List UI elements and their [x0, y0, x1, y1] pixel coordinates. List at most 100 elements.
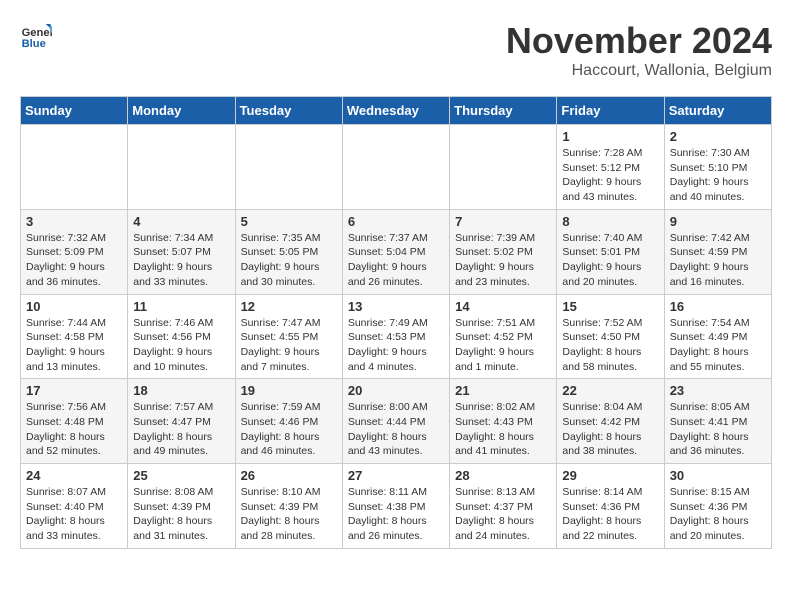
day-number: 11: [133, 299, 229, 314]
day-number: 12: [241, 299, 337, 314]
day-detail: Sunrise: 7:47 AMSunset: 4:55 PMDaylight:…: [241, 316, 337, 375]
day-detail: Sunrise: 7:34 AMSunset: 5:07 PMDaylight:…: [133, 231, 229, 290]
day-cell: 10 Sunrise: 7:44 AMSunset: 4:58 PMDaylig…: [21, 294, 128, 379]
day-cell: 22 Sunrise: 8:04 AMSunset: 4:42 PMDaylig…: [557, 379, 664, 464]
day-cell: 30 Sunrise: 8:15 AMSunset: 4:36 PMDaylig…: [664, 464, 771, 549]
day-number: 22: [562, 383, 658, 398]
week-row-2: 3 Sunrise: 7:32 AMSunset: 5:09 PMDayligh…: [21, 209, 772, 294]
week-row-4: 17 Sunrise: 7:56 AMSunset: 4:48 PMDaylig…: [21, 379, 772, 464]
day-detail: Sunrise: 8:07 AMSunset: 4:40 PMDaylight:…: [26, 485, 122, 544]
day-number: 29: [562, 468, 658, 483]
logo: General Blue: [20, 20, 52, 52]
day-number: 3: [26, 214, 122, 229]
day-cell: [342, 125, 449, 210]
day-detail: Sunrise: 8:02 AMSunset: 4:43 PMDaylight:…: [455, 400, 551, 459]
day-detail: Sunrise: 8:10 AMSunset: 4:39 PMDaylight:…: [241, 485, 337, 544]
day-cell: [21, 125, 128, 210]
day-detail: Sunrise: 7:51 AMSunset: 4:52 PMDaylight:…: [455, 316, 551, 375]
svg-text:General: General: [22, 27, 52, 39]
day-cell: 20 Sunrise: 8:00 AMSunset: 4:44 PMDaylig…: [342, 379, 449, 464]
day-cell: 1 Sunrise: 7:28 AMSunset: 5:12 PMDayligh…: [557, 125, 664, 210]
day-cell: 14 Sunrise: 7:51 AMSunset: 4:52 PMDaylig…: [450, 294, 557, 379]
location-title: Haccourt, Wallonia, Belgium: [506, 62, 772, 80]
day-number: 5: [241, 214, 337, 229]
day-number: 15: [562, 299, 658, 314]
day-detail: Sunrise: 8:15 AMSunset: 4:36 PMDaylight:…: [670, 485, 766, 544]
column-header-monday: Monday: [128, 97, 235, 125]
day-number: 20: [348, 383, 444, 398]
day-cell: 27 Sunrise: 8:11 AMSunset: 4:38 PMDaylig…: [342, 464, 449, 549]
day-cell: 19 Sunrise: 7:59 AMSunset: 4:46 PMDaylig…: [235, 379, 342, 464]
day-cell: 17 Sunrise: 7:56 AMSunset: 4:48 PMDaylig…: [21, 379, 128, 464]
day-detail: Sunrise: 8:14 AMSunset: 4:36 PMDaylight:…: [562, 485, 658, 544]
day-number: 25: [133, 468, 229, 483]
day-number: 30: [670, 468, 766, 483]
day-number: 26: [241, 468, 337, 483]
day-cell: 29 Sunrise: 8:14 AMSunset: 4:36 PMDaylig…: [557, 464, 664, 549]
day-detail: Sunrise: 7:56 AMSunset: 4:48 PMDaylight:…: [26, 400, 122, 459]
day-number: 1: [562, 129, 658, 144]
day-number: 18: [133, 383, 229, 398]
week-row-1: 1 Sunrise: 7:28 AMSunset: 5:12 PMDayligh…: [21, 125, 772, 210]
calendar-table: SundayMondayTuesdayWednesdayThursdayFrid…: [20, 96, 772, 549]
day-detail: Sunrise: 8:13 AMSunset: 4:37 PMDaylight:…: [455, 485, 551, 544]
day-detail: Sunrise: 7:35 AMSunset: 5:05 PMDaylight:…: [241, 231, 337, 290]
day-number: 4: [133, 214, 229, 229]
day-cell: 12 Sunrise: 7:47 AMSunset: 4:55 PMDaylig…: [235, 294, 342, 379]
day-number: 17: [26, 383, 122, 398]
day-detail: Sunrise: 7:40 AMSunset: 5:01 PMDaylight:…: [562, 231, 658, 290]
day-detail: Sunrise: 7:28 AMSunset: 5:12 PMDaylight:…: [562, 146, 658, 205]
week-row-3: 10 Sunrise: 7:44 AMSunset: 4:58 PMDaylig…: [21, 294, 772, 379]
day-cell: 11 Sunrise: 7:46 AMSunset: 4:56 PMDaylig…: [128, 294, 235, 379]
column-header-tuesday: Tuesday: [235, 97, 342, 125]
day-detail: Sunrise: 7:32 AMSunset: 5:09 PMDaylight:…: [26, 231, 122, 290]
day-cell: 28 Sunrise: 8:13 AMSunset: 4:37 PMDaylig…: [450, 464, 557, 549]
day-cell: 26 Sunrise: 8:10 AMSunset: 4:39 PMDaylig…: [235, 464, 342, 549]
day-number: 14: [455, 299, 551, 314]
day-detail: Sunrise: 7:42 AMSunset: 4:59 PMDaylight:…: [670, 231, 766, 290]
day-cell: 8 Sunrise: 7:40 AMSunset: 5:01 PMDayligh…: [557, 209, 664, 294]
day-number: 28: [455, 468, 551, 483]
day-cell: 4 Sunrise: 7:34 AMSunset: 5:07 PMDayligh…: [128, 209, 235, 294]
column-header-wednesday: Wednesday: [342, 97, 449, 125]
day-cell: 6 Sunrise: 7:37 AMSunset: 5:04 PMDayligh…: [342, 209, 449, 294]
day-cell: 18 Sunrise: 7:57 AMSunset: 4:47 PMDaylig…: [128, 379, 235, 464]
day-cell: 2 Sunrise: 7:30 AMSunset: 5:10 PMDayligh…: [664, 125, 771, 210]
day-detail: Sunrise: 7:30 AMSunset: 5:10 PMDaylight:…: [670, 146, 766, 205]
svg-text:Blue: Blue: [22, 38, 46, 50]
column-header-thursday: Thursday: [450, 97, 557, 125]
day-number: 8: [562, 214, 658, 229]
day-cell: 7 Sunrise: 7:39 AMSunset: 5:02 PMDayligh…: [450, 209, 557, 294]
day-detail: Sunrise: 8:04 AMSunset: 4:42 PMDaylight:…: [562, 400, 658, 459]
day-number: 23: [670, 383, 766, 398]
day-cell: [235, 125, 342, 210]
day-detail: Sunrise: 7:44 AMSunset: 4:58 PMDaylight:…: [26, 316, 122, 375]
day-cell: 25 Sunrise: 8:08 AMSunset: 4:39 PMDaylig…: [128, 464, 235, 549]
day-number: 7: [455, 214, 551, 229]
day-cell: 24 Sunrise: 8:07 AMSunset: 4:40 PMDaylig…: [21, 464, 128, 549]
calendar-body: 1 Sunrise: 7:28 AMSunset: 5:12 PMDayligh…: [21, 125, 772, 549]
day-cell: 21 Sunrise: 8:02 AMSunset: 4:43 PMDaylig…: [450, 379, 557, 464]
day-detail: Sunrise: 8:05 AMSunset: 4:41 PMDaylight:…: [670, 400, 766, 459]
day-number: 10: [26, 299, 122, 314]
day-number: 9: [670, 214, 766, 229]
day-cell: 16 Sunrise: 7:54 AMSunset: 4:49 PMDaylig…: [664, 294, 771, 379]
day-detail: Sunrise: 8:08 AMSunset: 4:39 PMDaylight:…: [133, 485, 229, 544]
day-number: 21: [455, 383, 551, 398]
day-detail: Sunrise: 7:39 AMSunset: 5:02 PMDaylight:…: [455, 231, 551, 290]
day-detail: Sunrise: 7:59 AMSunset: 4:46 PMDaylight:…: [241, 400, 337, 459]
day-number: 6: [348, 214, 444, 229]
day-detail: Sunrise: 7:46 AMSunset: 4:56 PMDaylight:…: [133, 316, 229, 375]
column-header-sunday: Sunday: [21, 97, 128, 125]
day-number: 24: [26, 468, 122, 483]
day-cell: 9 Sunrise: 7:42 AMSunset: 4:59 PMDayligh…: [664, 209, 771, 294]
day-cell: 3 Sunrise: 7:32 AMSunset: 5:09 PMDayligh…: [21, 209, 128, 294]
day-detail: Sunrise: 7:54 AMSunset: 4:49 PMDaylight:…: [670, 316, 766, 375]
calendar-header-row: SundayMondayTuesdayWednesdayThursdayFrid…: [21, 97, 772, 125]
day-number: 16: [670, 299, 766, 314]
title-area: November 2024 Haccourt, Wallonia, Belgiu…: [506, 20, 772, 80]
day-cell: 15 Sunrise: 7:52 AMSunset: 4:50 PMDaylig…: [557, 294, 664, 379]
day-detail: Sunrise: 7:57 AMSunset: 4:47 PMDaylight:…: [133, 400, 229, 459]
column-header-saturday: Saturday: [664, 97, 771, 125]
day-cell: [450, 125, 557, 210]
